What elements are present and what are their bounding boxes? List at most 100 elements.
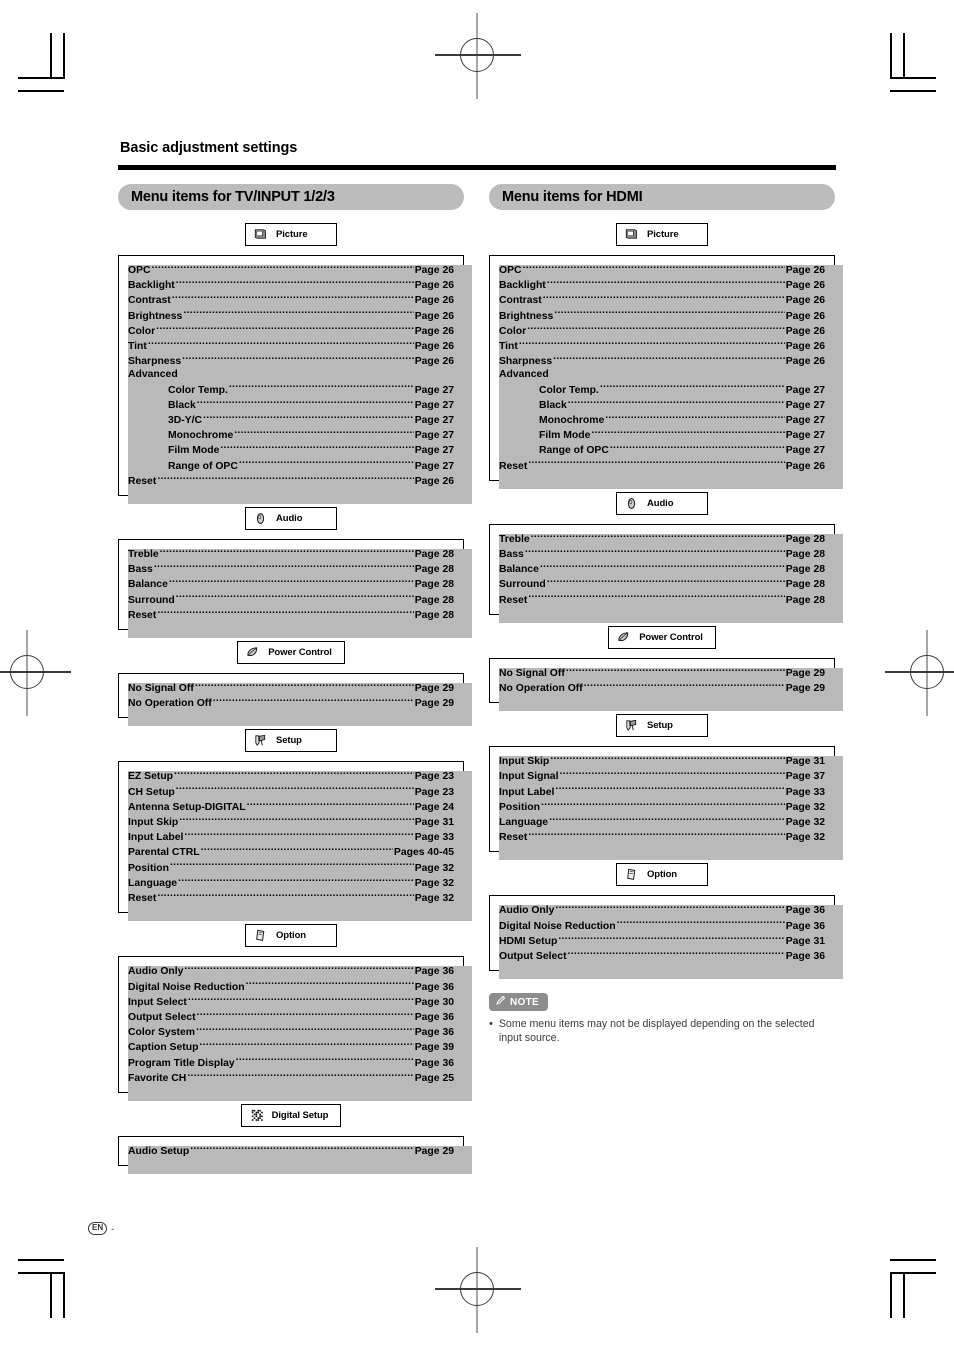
menu-button-label: Audio bbox=[276, 513, 303, 525]
crop-mark-top-left-v2 bbox=[63, 33, 65, 79]
menu-item-label: Black bbox=[539, 399, 567, 411]
menu-item-row: Input Signal Page 37 bbox=[499, 768, 825, 783]
menu-button-power-control[interactable]: Power Control bbox=[608, 625, 720, 652]
leader-dots bbox=[566, 665, 785, 676]
menu-item-page-ref: Page 29 bbox=[414, 683, 454, 695]
menu-button-setup[interactable]: Setup bbox=[616, 714, 712, 741]
audio-speaker-icon bbox=[624, 496, 639, 511]
menu-item-label: Audio Only bbox=[128, 966, 184, 978]
registration-mark-left bbox=[0, 630, 71, 716]
leader-dots bbox=[172, 292, 414, 303]
menu-item-page-ref: Page 27 bbox=[785, 415, 825, 427]
menu-item-row: Position Page 32 bbox=[499, 799, 825, 814]
menu-button-label: Option bbox=[647, 869, 678, 881]
menu-item-page-ref: Page 37 bbox=[785, 771, 825, 783]
menu-item-listbox: Audio Setup Page 29 bbox=[118, 1135, 472, 1175]
menu-item-label: Input Label bbox=[128, 832, 184, 844]
leader-dots bbox=[541, 799, 785, 810]
menu-item-label: Sharpness bbox=[499, 356, 553, 368]
menu-button-digital-setup[interactable]: Digital Setup bbox=[240, 1103, 346, 1130]
leader-dots bbox=[525, 546, 785, 557]
section-banner-label: Menu items for HDMI bbox=[502, 189, 643, 205]
menu-item-row: Parental CTRL Pages 40-45 bbox=[128, 844, 454, 859]
leader-dots bbox=[554, 308, 784, 319]
menu-item-label: Color Temp. bbox=[539, 384, 599, 396]
menu-item-row: Balance Page 28 bbox=[128, 576, 454, 591]
menu-item-page-ref: Page 31 bbox=[414, 817, 454, 829]
menu-item-row: Input Skip Page 31 bbox=[128, 814, 454, 829]
leader-dots bbox=[239, 458, 414, 469]
menu-item-row: Reset Page 28 bbox=[128, 607, 454, 622]
page-footer: EN - bbox=[88, 1222, 114, 1235]
menu-item-row: Range of OPC Page 27 bbox=[128, 458, 454, 473]
menu-item-row: Language Page 32 bbox=[128, 875, 454, 890]
menu-item-page-ref: Page 28 bbox=[414, 549, 454, 561]
note-badge: NOTE bbox=[489, 993, 548, 1012]
menu-item-label: Input Skip bbox=[499, 756, 550, 768]
power-leaf-icon bbox=[245, 645, 260, 660]
leader-dots bbox=[196, 1024, 414, 1035]
menu-item-row: Program Title Display Page 36 bbox=[128, 1055, 454, 1070]
menu-item-row: Tint Page 26 bbox=[499, 338, 825, 353]
leader-dots bbox=[148, 338, 414, 349]
menu-item-page-ref: Page 26 bbox=[414, 475, 454, 487]
menu-item-listbox: No Signal Off Page 29 No Operation Off Page… bbox=[118, 673, 472, 727]
menu-button-setup[interactable]: Setup bbox=[245, 729, 341, 756]
menu-item-label: Audio Only bbox=[499, 905, 555, 917]
menu-item-label: Caption Setup bbox=[128, 1042, 199, 1054]
menu-item-row: Favorite CH Page 25 bbox=[128, 1070, 454, 1085]
menu-button-picture[interactable]: Picture bbox=[245, 223, 341, 249]
menu-button-audio[interactable]: Audio bbox=[616, 491, 712, 518]
menu-item-row: Color System Page 36 bbox=[128, 1024, 454, 1039]
menu-item-page-ref: Page 26 bbox=[414, 325, 454, 337]
leader-dots bbox=[547, 576, 785, 587]
menu-item-row: CH Setup Page 23 bbox=[128, 784, 454, 799]
crop-mark-top-right-h bbox=[890, 77, 936, 79]
menu-button-picture[interactable]: Picture bbox=[616, 223, 712, 249]
menu-item-page-ref: Pages 40-45 bbox=[393, 847, 454, 859]
menu-item-page-ref: Page 27 bbox=[414, 430, 454, 442]
leader-dots bbox=[519, 338, 785, 349]
menu-item-label: OPC bbox=[128, 265, 151, 276]
menu-item-label: Brightness bbox=[128, 310, 183, 322]
menu-item-page-ref: Page 32 bbox=[414, 862, 454, 874]
crop-mark-bottom-left-h2 bbox=[18, 1259, 64, 1261]
menu-item-page-ref: Page 32 bbox=[785, 832, 825, 844]
menu-item-page-ref: Page 36 bbox=[785, 951, 825, 963]
menu-button-option[interactable]: Option bbox=[616, 863, 712, 890]
leader-dots bbox=[236, 1055, 414, 1066]
menu-button-option[interactable]: Option bbox=[245, 924, 341, 951]
leader-dots bbox=[540, 561, 785, 572]
leader-dots bbox=[154, 561, 414, 572]
menu-item-label: Language bbox=[128, 877, 178, 889]
menu-item-row: Treble Page 28 bbox=[499, 531, 825, 546]
menu-item-page-ref: Page 26 bbox=[785, 280, 825, 292]
leader-dots bbox=[157, 890, 413, 901]
menu-item-page-ref: Page 32 bbox=[414, 893, 454, 905]
leader-dots bbox=[528, 592, 784, 603]
menu-item-page-ref: Page 26 bbox=[414, 265, 454, 276]
menu-item-label: Program Title Display bbox=[128, 1057, 235, 1069]
leader-dots bbox=[591, 427, 784, 438]
menu-item-label: 3D-Y/C bbox=[168, 415, 203, 427]
menu-item-label: Balance bbox=[499, 564, 539, 576]
crop-mark-bottom-right-v2 bbox=[903, 1272, 905, 1318]
leader-dots bbox=[152, 262, 414, 273]
menu-item-page-ref: Page 27 bbox=[414, 399, 454, 411]
menu-item-label: Surround bbox=[128, 594, 175, 606]
menu-item-row: Digital Noise Reduction Page 36 bbox=[128, 979, 454, 994]
menu-item-row: Backlight Page 26 bbox=[128, 277, 454, 292]
menu-item-listbox: Audio OnlyPage 36Digital Noise Reduction… bbox=[118, 956, 472, 1101]
leader-dots bbox=[610, 442, 785, 453]
menu-item-label: Input Label bbox=[499, 786, 555, 798]
menu-item-page-ref: Page 33 bbox=[414, 832, 454, 844]
menu-button-power-control[interactable]: Power Control bbox=[237, 641, 349, 668]
menu-item-row: No Operation Off Page 29 bbox=[499, 680, 825, 695]
leader-dots bbox=[188, 994, 414, 1005]
menu-button-label: Power Control bbox=[639, 631, 703, 643]
menu-button-audio[interactable]: Audio bbox=[245, 507, 341, 534]
leader-dots bbox=[555, 902, 784, 913]
leader-dots bbox=[531, 531, 785, 542]
leader-dots bbox=[176, 784, 414, 795]
leader-dots bbox=[600, 382, 785, 393]
